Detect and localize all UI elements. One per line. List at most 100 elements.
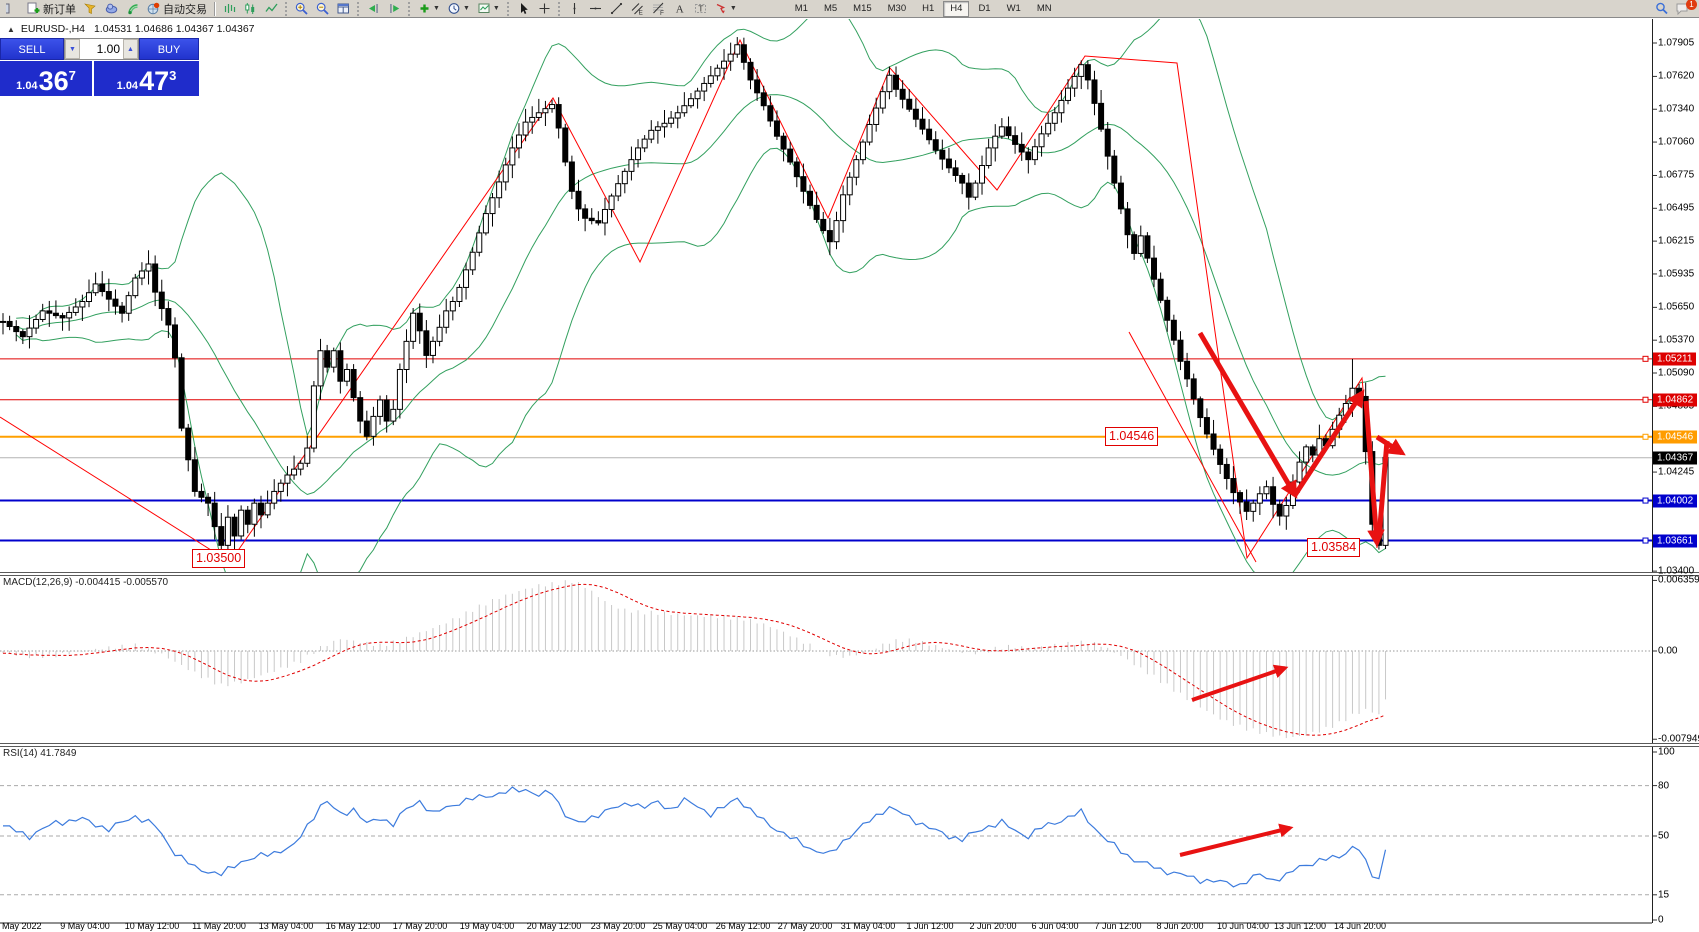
timeframe-m15[interactable]: M15 — [846, 1, 878, 17]
volume-down-button[interactable]: ▼ — [65, 39, 80, 59]
volume-stepper: ▼ ▲ — [64, 38, 139, 60]
rsi-annotation-arrow — [1180, 828, 1290, 855]
bar-chart-icon[interactable] — [219, 1, 240, 17]
price-callout-1.03500[interactable]: 1.03500 — [192, 549, 245, 568]
time-axis-label: 19 May 04:00 — [460, 921, 515, 931]
text-icon[interactable]: A — [669, 1, 690, 17]
time-axis-label: 6 Jun 04:00 — [1031, 921, 1078, 931]
buy-price-sup: 3 — [169, 61, 176, 91]
macd-axis-label: -0.007949 — [1658, 734, 1699, 745]
cursor-icon[interactable] — [513, 1, 534, 17]
timeframe-mn[interactable]: MN — [1030, 1, 1059, 17]
time-axis-label: 17 May 20:00 — [393, 921, 448, 931]
timeframe-m1[interactable]: M1 — [788, 1, 815, 17]
zigzag-line — [0, 40, 1377, 562]
buy-price[interactable]: 1.04 47 3 — [94, 61, 199, 96]
level-anchor — [1643, 356, 1648, 361]
svg-text:E: E — [638, 10, 643, 16]
sell-price-big: 36 — [39, 68, 69, 94]
equidistant-channel-icon[interactable]: E — [627, 1, 648, 17]
timeframe-h1[interactable]: H1 — [915, 1, 941, 17]
price-callout-1.03584[interactable]: 1.03584 — [1307, 538, 1360, 557]
fibonacci-icon[interactable]: F — [648, 1, 669, 17]
funnel-icon[interactable] — [80, 1, 101, 17]
macd-annotation-arrow — [1192, 668, 1285, 700]
auto-trading-icon[interactable]: 自动交易 — [143, 1, 211, 17]
time-axis-label: 26 May 12:00 — [716, 921, 771, 931]
price-axis-label: 1.06215 — [1658, 236, 1694, 247]
chart-shift-icon[interactable] — [384, 1, 405, 17]
auto-scroll-icon[interactable] — [363, 1, 384, 17]
zoom-out-icon[interactable] — [312, 1, 333, 17]
add-indicator-caret-icon[interactable]: ▼ — [433, 5, 440, 12]
pane-splitter-macd[interactable] — [0, 572, 1699, 576]
svg-text:F: F — [660, 10, 664, 15]
vertical-line-icon[interactable] — [564, 1, 585, 17]
arrows-shapes-icon[interactable]: ▼ — [711, 1, 741, 17]
cloud-icon[interactable] — [101, 1, 122, 17]
time-axis-label: 1 Jun 12:00 — [906, 921, 953, 931]
price-chart[interactable] — [0, 19, 1699, 932]
symbol-name: EURUSD-,H4 — [21, 23, 85, 35]
trend-line-icon[interactable] — [606, 1, 627, 17]
sell-price-sup: 7 — [69, 61, 76, 91]
bollinger-middle — [16, 95, 1385, 495]
volume-input[interactable] — [80, 39, 123, 59]
price-callout-1.04546[interactable]: 1.04546 — [1105, 427, 1158, 446]
arrows-shapes-caret-icon[interactable]: ▼ — [730, 5, 737, 12]
timeframe-d1[interactable]: D1 — [971, 1, 997, 17]
timeframe-m5[interactable]: M5 — [817, 1, 844, 17]
toolbar-grip — [285, 2, 288, 16]
toolbar-separator — [214, 2, 216, 16]
toolbar-grip — [558, 2, 561, 16]
signal-icon[interactable] — [122, 1, 143, 17]
symbol-ohlc: 1.04531 1.04686 1.04367 1.04367 — [94, 23, 255, 35]
annotation-arrow-1 — [1200, 333, 1295, 495]
timeframe-w1[interactable]: W1 — [1000, 1, 1028, 17]
search-icon[interactable] — [1651, 1, 1672, 17]
price-axis-label: 1.07060 — [1658, 137, 1694, 148]
toolbar-grip — [357, 2, 360, 16]
rsi-axis-label: 50 — [1658, 831, 1669, 842]
tile-windows-icon[interactable] — [333, 1, 354, 17]
sell-price[interactable]: 1.04 36 7 — [0, 61, 92, 96]
new-order-icon[interactable]: 新订单 — [23, 1, 80, 17]
crosshair-icon[interactable] — [534, 1, 555, 17]
price-badge-1.04862: 1.04862 — [1653, 393, 1697, 406]
fragment-icon[interactable] — [2, 1, 23, 17]
time-axis-label: 23 May 20:00 — [591, 921, 646, 931]
time-axis-label: 2 Jun 20:00 — [969, 921, 1016, 931]
volume-up-button[interactable]: ▲ — [123, 39, 138, 59]
macd-axis-label: 0.006359 — [1658, 575, 1699, 586]
line-chart-icon[interactable] — [261, 1, 282, 17]
price-axis-label: 1.05090 — [1658, 368, 1694, 379]
time-axis-label: May 2022 — [2, 921, 42, 931]
macd-signal-line — [3, 584, 1386, 735]
buy-button[interactable]: BUY — [139, 38, 199, 60]
candle-chart-icon[interactable] — [240, 1, 261, 17]
sell-button[interactable]: SELL — [0, 38, 64, 60]
buy-price-big: 47 — [139, 68, 169, 94]
time-axis-label: 7 Jun 12:00 — [1094, 921, 1141, 931]
annotation-arrow-2 — [1295, 393, 1362, 495]
time-axis-label: 16 May 12:00 — [326, 921, 381, 931]
price-axis-label: 1.06495 — [1658, 203, 1694, 214]
svg-text:A: A — [676, 4, 684, 16]
time-axis-label: 20 May 12:00 — [527, 921, 582, 931]
level-anchor — [1643, 498, 1648, 503]
add-indicator-icon[interactable]: ▼ — [414, 1, 444, 17]
pane-splitter-rsi[interactable] — [0, 743, 1699, 747]
chat-icon[interactable]: 1 — [1672, 1, 1693, 17]
time-axis-label: 8 Jun 20:00 — [1156, 921, 1203, 931]
template-caret-icon[interactable]: ▼ — [493, 5, 500, 12]
period-clock-caret-icon[interactable]: ▼ — [463, 5, 470, 12]
macd-axis-label: 0.00 — [1658, 646, 1677, 657]
template-icon[interactable]: ▼ — [474, 1, 504, 17]
timeframe-h4[interactable]: H4 — [943, 1, 969, 17]
horizontal-line-icon[interactable] — [585, 1, 606, 17]
period-clock-icon[interactable]: ▼ — [444, 1, 474, 17]
text-label-icon[interactable]: T — [690, 1, 711, 17]
zoom-in-icon[interactable] — [291, 1, 312, 17]
price-badge-1.04002: 1.04002 — [1653, 494, 1697, 507]
timeframe-m30[interactable]: M30 — [881, 1, 913, 17]
